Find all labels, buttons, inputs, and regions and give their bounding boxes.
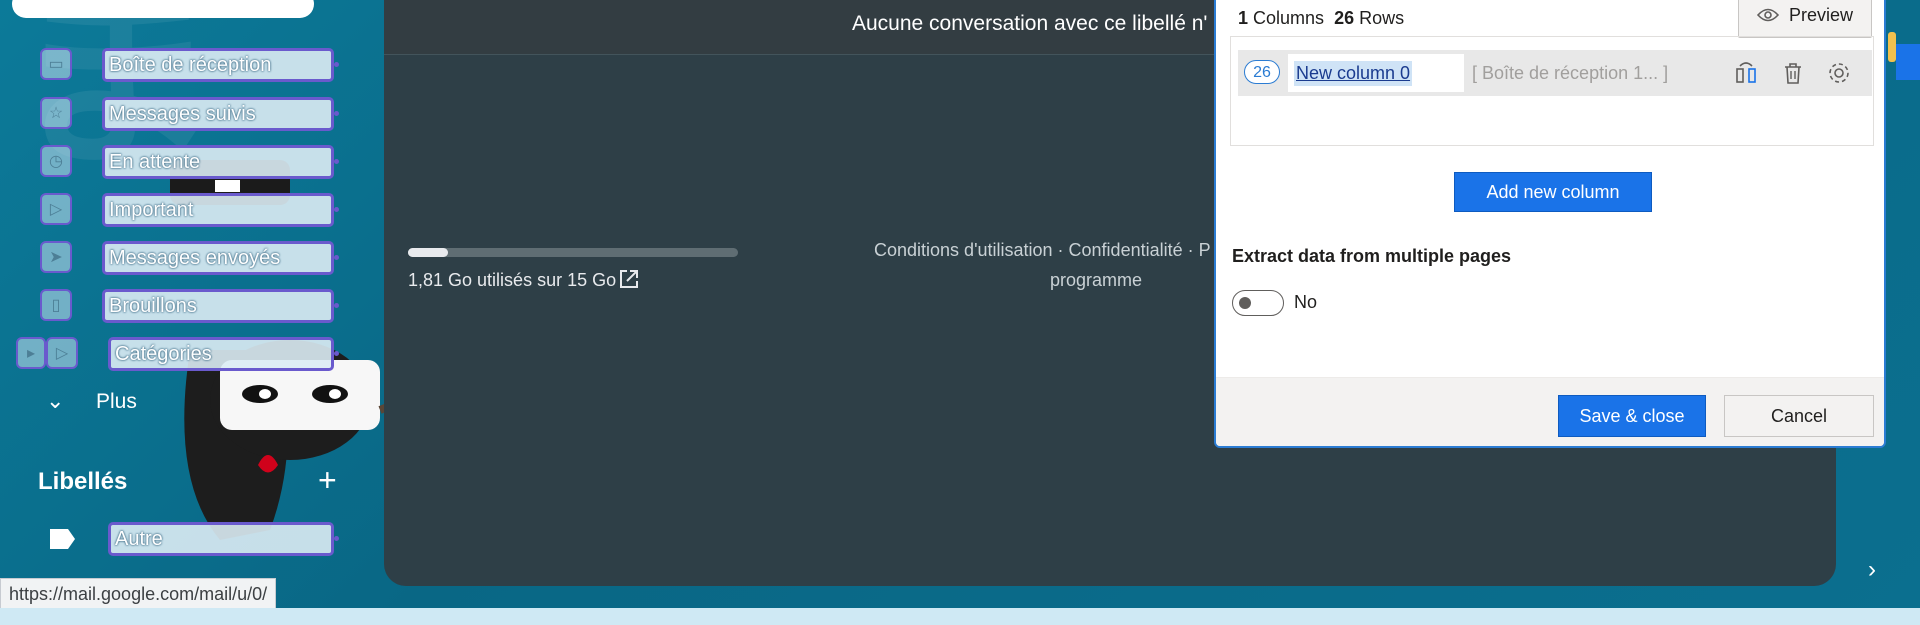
extract-data-dialog: 1 Columns 26 Rows Preview 26 New column … [1214, 0, 1886, 448]
cancel-button[interactable]: Cancel [1724, 395, 1874, 437]
chevron-right-icon[interactable]: › [1868, 556, 1876, 584]
footer-links-programme[interactable]: programme [1050, 270, 1142, 291]
label-icon[interactable]: ▷ [46, 337, 78, 369]
send-icon[interactable]: ➤ [40, 241, 72, 273]
preview-button[interactable]: Preview [1738, 0, 1872, 38]
toggle-state-label: No [1294, 292, 1318, 312]
extract-multiple-pages-toggle[interactable] [1232, 290, 1284, 316]
draft-icon[interactable]: ▯ [40, 289, 72, 321]
sidebar-item-categories[interactable]: Catégories [108, 337, 334, 371]
sidebar-item-drafts[interactable]: Brouillons [102, 289, 334, 323]
column-name-text: New column 0 [1294, 60, 1413, 86]
gear-icon[interactable] [1826, 60, 1852, 86]
chevron-down-icon[interactable]: ⌄ [46, 388, 64, 414]
columns-count: 1 [1238, 8, 1249, 28]
expand-arrow-icon[interactable]: ▸ [16, 337, 46, 369]
add-label-icon[interactable]: + [318, 464, 337, 496]
column-row: 26 New column 0 [ Boîte de réception 1..… [1238, 50, 1872, 96]
toggle-knob [1239, 297, 1251, 309]
sidebar-item-inbox[interactable]: Boîte de réception [102, 48, 334, 82]
column-name-input[interactable]: New column 0 [1288, 54, 1464, 92]
selection-handle [334, 111, 339, 116]
dialog-footer: Save & close Cancel [1216, 377, 1884, 446]
clock-icon[interactable]: ◷ [40, 145, 72, 177]
label-item-other[interactable]: Autre [108, 522, 334, 556]
selection-handle [334, 303, 339, 308]
add-new-column-button[interactable]: Add new column [1454, 172, 1652, 212]
trash-icon[interactable] [1780, 60, 1806, 86]
search-box[interactable] [12, 0, 314, 18]
footer-links[interactable]: Conditions d'utilisation · Confidentiali… [874, 240, 1211, 261]
taskbar-strip [0, 608, 1920, 625]
eye-icon [1756, 8, 1779, 22]
sidebar-item-snoozed[interactable]: En attente [102, 145, 334, 179]
storage-progress [408, 248, 738, 257]
extract-multiple-pages-title: Extract data from multiple pages [1232, 246, 1512, 266]
save-close-button[interactable]: Save & close [1558, 395, 1706, 437]
column-preview: [ Boîte de réception 1... ] [1472, 63, 1669, 83]
star-icon[interactable]: ☆ [40, 97, 72, 129]
empty-state-message: Aucune conversation avec ce libellé n' [852, 12, 1208, 35]
storage-progress-fill [408, 248, 448, 257]
side-panel-tab-blue[interactable] [1896, 44, 1920, 80]
column-settings-icon[interactable] [1734, 60, 1760, 86]
important-icon[interactable]: ▷ [40, 193, 72, 225]
side-panel-tab[interactable] [1888, 32, 1896, 62]
rows-count: 26 [1334, 8, 1355, 28]
selection-handle [334, 351, 339, 356]
status-url: https://mail.google.com/mail/u/0/ [0, 578, 277, 610]
grid-summary: 1 Columns 26 Rows [1238, 8, 1404, 29]
sidebar-more[interactable]: Plus [96, 390, 137, 414]
preview-label: Preview [1788, 4, 1854, 25]
external-link-icon[interactable] [618, 268, 640, 290]
rows-word: Rows [1359, 8, 1405, 28]
sidebar-item-sent[interactable]: Messages envoyés [102, 241, 334, 275]
selection-handle [334, 255, 339, 260]
sidebar-item-starred[interactable]: Messages suivis [102, 97, 334, 131]
label-tag-icon [50, 529, 75, 549]
selection-handle [334, 62, 339, 67]
sidebar-item-important[interactable]: Important [102, 193, 334, 227]
columns-word: Columns [1253, 8, 1325, 28]
inbox-icon[interactable]: ▭ [40, 48, 72, 80]
storage-text: 1,81 Go utilisés sur 15 Go [408, 270, 617, 290]
selection-handle [334, 536, 339, 541]
column-count-badge: 26 [1244, 60, 1280, 84]
labels-heading: Libellés [38, 468, 128, 495]
selection-handle [334, 159, 339, 164]
selection-handle [334, 207, 339, 212]
